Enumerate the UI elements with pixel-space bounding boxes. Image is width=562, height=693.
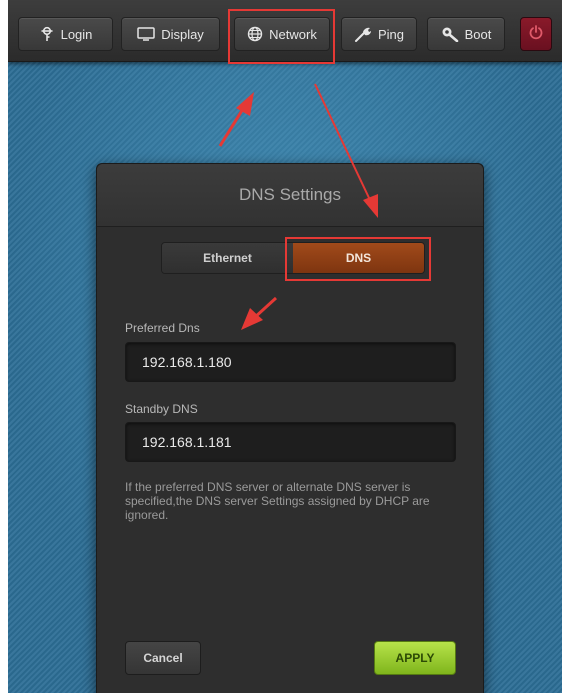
- power-icon: [528, 24, 544, 45]
- display-label: Display: [161, 26, 204, 42]
- dhcp-note: If the preferred DNS server or alternate…: [125, 480, 430, 522]
- apply-label: APPLY: [395, 651, 435, 665]
- standby-dns-value: 192.168.1.181: [142, 434, 232, 450]
- tab-dns[interactable]: DNS: [293, 243, 424, 273]
- app-frame: Login Display Network Ping Boot DNS Sett…: [8, 0, 562, 693]
- boot-icon: [441, 26, 459, 42]
- standby-dns-input[interactable]: 192.168.1.181: [125, 422, 456, 462]
- tab-ethernet[interactable]: Ethernet: [162, 243, 293, 273]
- boot-button[interactable]: Boot: [427, 17, 505, 51]
- dns-settings-dialog: DNS Settings Ethernet DNS Preferred Dns …: [96, 163, 484, 693]
- tab-ethernet-label: Ethernet: [203, 251, 252, 265]
- ping-label: Ping: [377, 26, 405, 42]
- top-toolbar: Login Display Network Ping Boot: [8, 0, 562, 62]
- cancel-button[interactable]: Cancel: [125, 641, 201, 675]
- network-button[interactable]: Network: [234, 17, 330, 51]
- dialog-header: DNS Settings: [97, 164, 483, 227]
- boot-label: Boot: [464, 26, 492, 42]
- tab-dns-label: DNS: [345, 251, 372, 265]
- preferred-dns-label: Preferred Dns: [125, 321, 200, 335]
- apply-button[interactable]: APPLY: [374, 641, 456, 675]
- display-button[interactable]: Display: [121, 17, 220, 51]
- network-label: Network: [269, 26, 317, 42]
- login-button[interactable]: Login: [18, 17, 113, 51]
- arrow-to-network-head: [236, 92, 254, 116]
- cancel-label: Cancel: [143, 651, 183, 665]
- display-icon: [137, 27, 155, 41]
- dialog-title: DNS Settings: [238, 185, 342, 204]
- login-icon: [39, 26, 55, 42]
- settings-tabs: Ethernet DNS: [161, 242, 425, 274]
- standby-dns-label: Standby DNS: [125, 402, 198, 416]
- login-label: Login: [60, 26, 93, 42]
- preferred-dns-input[interactable]: 192.168.1.180: [125, 342, 456, 382]
- ping-button[interactable]: Ping: [341, 17, 417, 51]
- preferred-dns-value: 192.168.1.180: [142, 354, 232, 370]
- network-icon: [247, 26, 263, 42]
- power-button[interactable]: [520, 17, 552, 51]
- arrow-to-network-shaft: [218, 103, 248, 147]
- ping-icon: [354, 26, 372, 42]
